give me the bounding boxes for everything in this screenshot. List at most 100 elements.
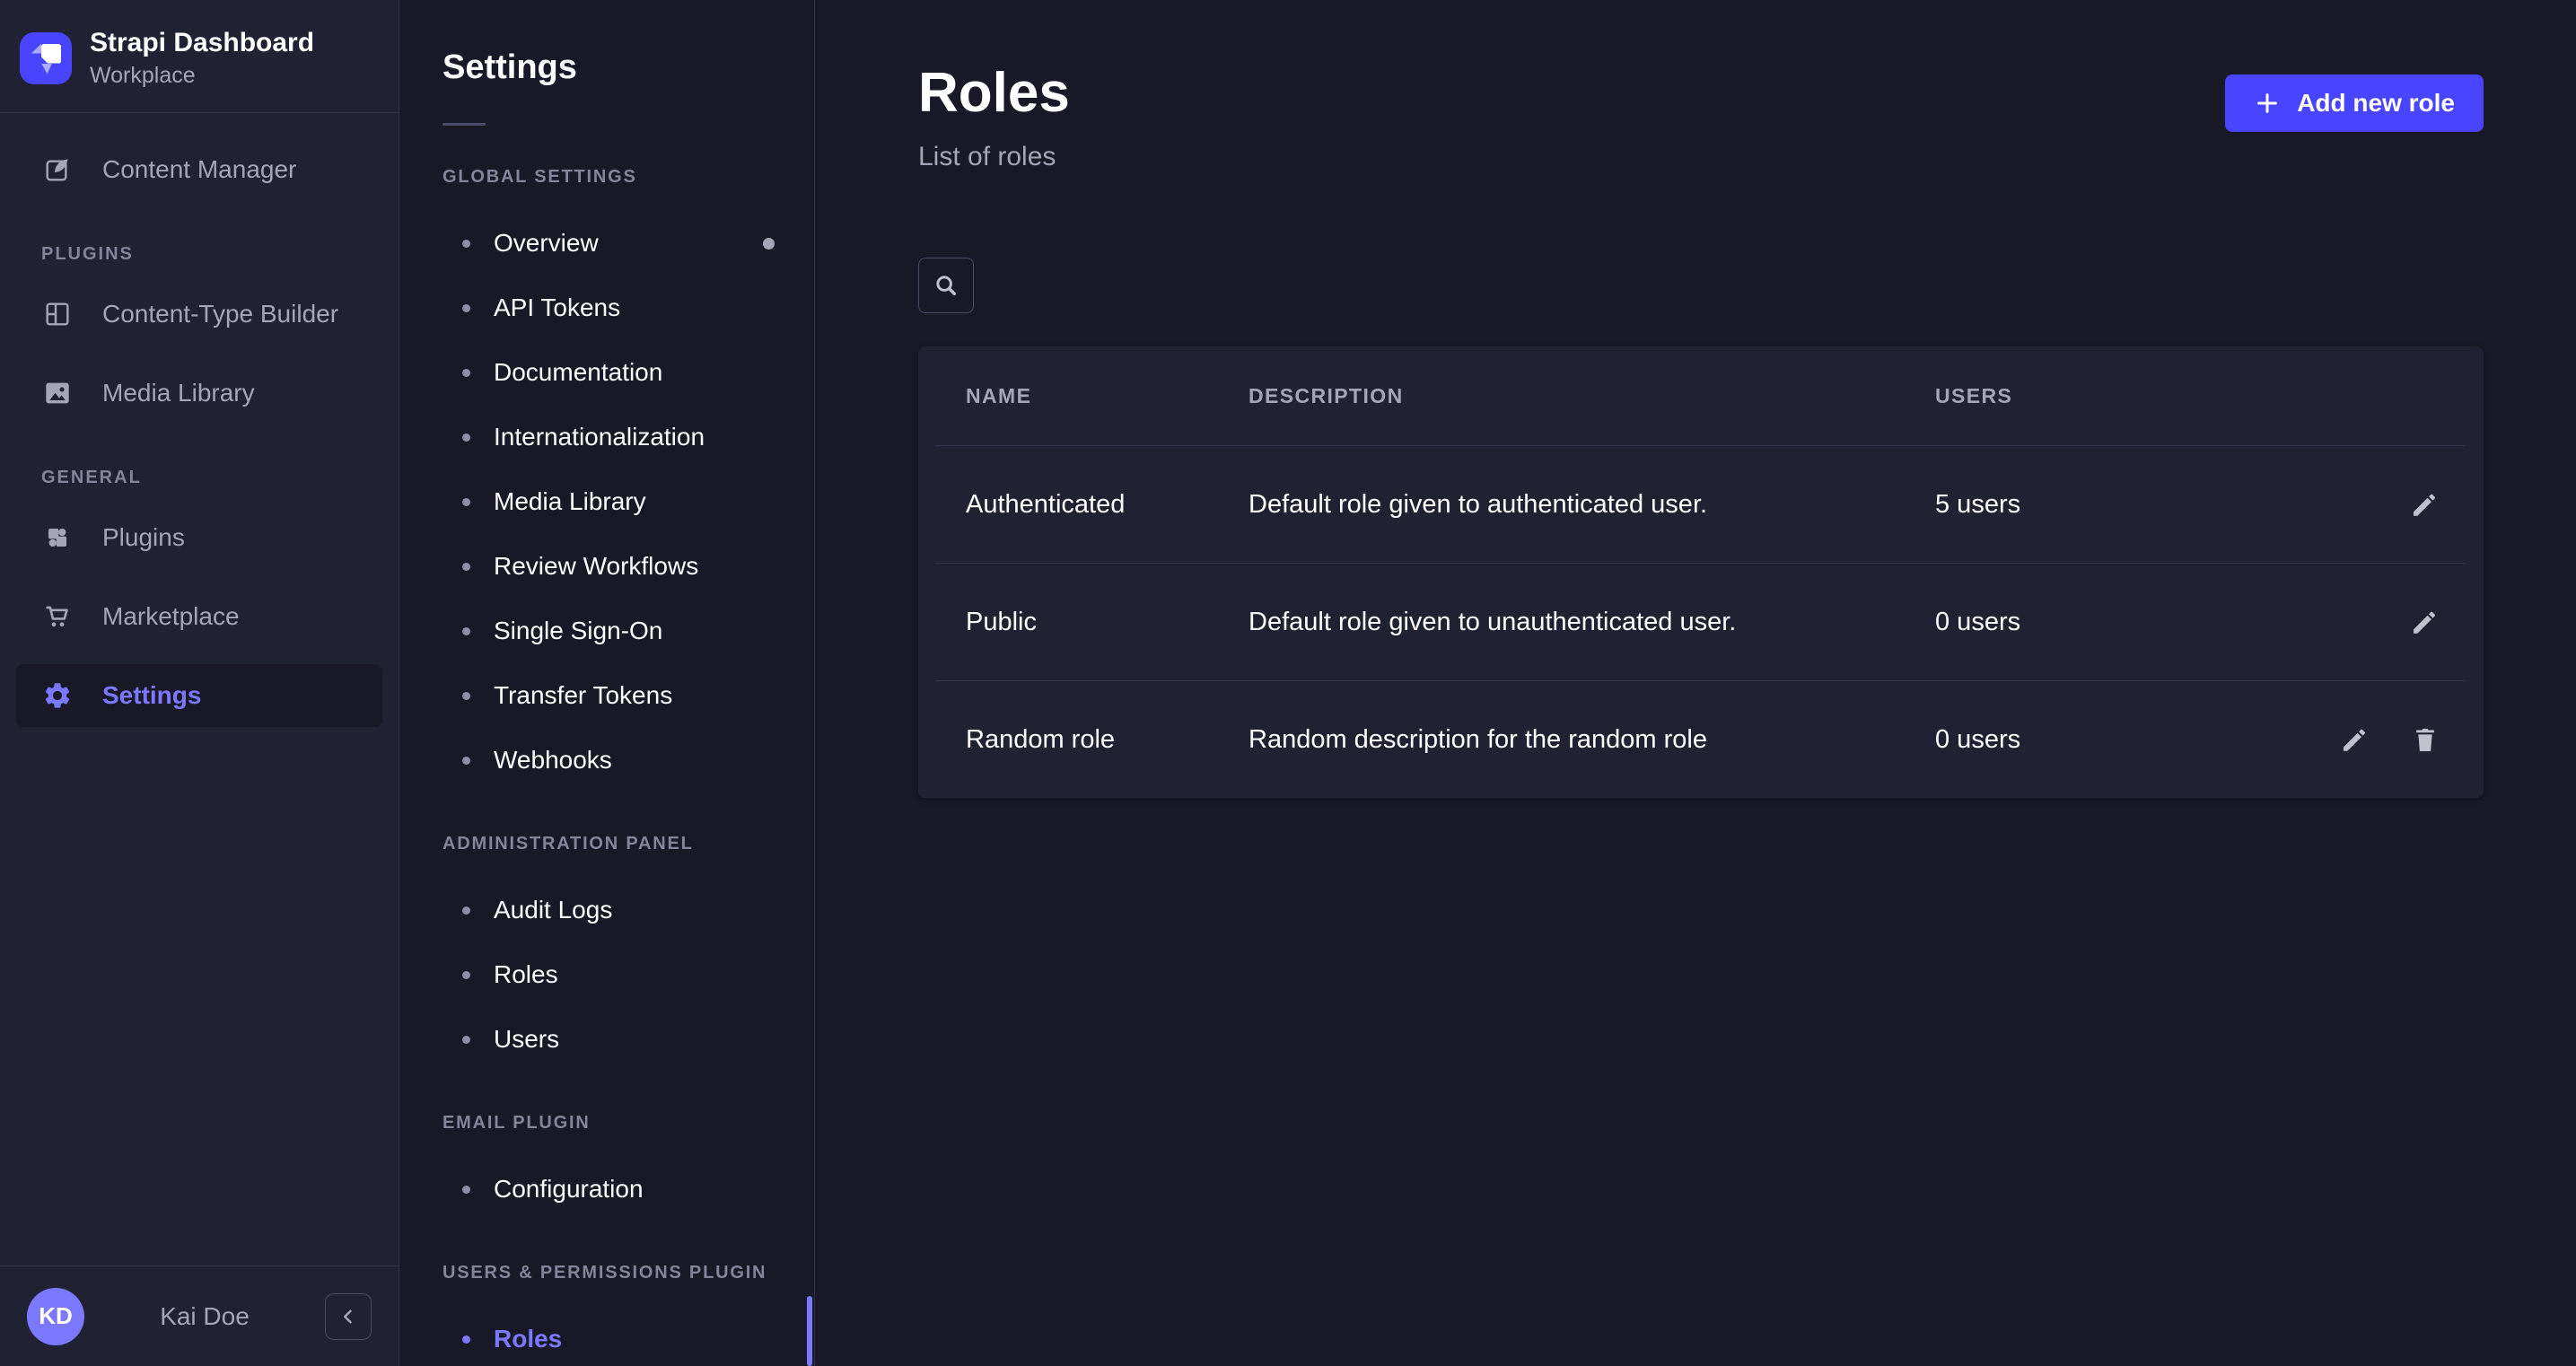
subnav-item-api-tokens[interactable]: API Tokens bbox=[399, 276, 814, 340]
delete-role-button[interactable] bbox=[2410, 723, 2440, 756]
nav-item-settings[interactable]: Settings bbox=[16, 664, 382, 727]
nav-item-marketplace[interactable]: Marketplace bbox=[16, 585, 382, 648]
bullet-icon bbox=[462, 563, 470, 571]
subnav-item-overview[interactable]: Overview bbox=[399, 211, 814, 276]
main-content: Roles List of roles Add new role NAME bbox=[815, 0, 2576, 1366]
subnav-item-audit-logs[interactable]: Audit Logs bbox=[399, 878, 814, 942]
bullet-icon bbox=[462, 757, 470, 765]
add-new-role-button[interactable]: Add new role bbox=[2225, 74, 2484, 132]
table-row-public[interactable]: Public Default role given to unauthentic… bbox=[918, 564, 2484, 680]
strapi-logo-icon bbox=[20, 32, 72, 84]
subnav-item-label: Review Workflows bbox=[494, 552, 698, 581]
subnav-item-label: Single Sign-On bbox=[494, 617, 662, 645]
bullet-icon bbox=[462, 906, 470, 915]
trash-icon bbox=[2410, 724, 2440, 755]
table-header-row: NAME DESCRIPTION USERS bbox=[918, 346, 2484, 445]
row-actions bbox=[2321, 488, 2440, 521]
column-header-name: NAME bbox=[966, 384, 1249, 408]
search-icon bbox=[933, 272, 959, 299]
subnav-section-administration-panel: ADMINISTRATION PANEL bbox=[442, 834, 771, 854]
edit-role-button[interactable] bbox=[2338, 723, 2370, 756]
subnav-item-label: Roles bbox=[494, 960, 558, 989]
column-header-users: USERS bbox=[1935, 384, 2321, 408]
bullet-icon bbox=[462, 692, 470, 700]
nav-item-label: Plugins bbox=[102, 523, 185, 552]
subnav-scrollbar-thumb[interactable] bbox=[807, 1296, 812, 1366]
cell-role-name: Public bbox=[966, 608, 1249, 637]
puzzle-icon bbox=[39, 520, 75, 556]
cell-role-users: 0 users bbox=[1935, 608, 2321, 637]
avatar[interactable]: KD bbox=[27, 1288, 84, 1345]
collapse-sidebar-button[interactable] bbox=[325, 1293, 372, 1340]
image-icon bbox=[39, 375, 75, 411]
notification-dot-icon bbox=[763, 238, 775, 250]
bullet-icon bbox=[462, 498, 470, 506]
subnav-item-label: Overview bbox=[494, 229, 599, 258]
subnav-section-global-settings: GLOBAL SETTINGS bbox=[442, 167, 771, 188]
subnav-item-label: API Tokens bbox=[494, 293, 620, 322]
subnav-item-admin-users[interactable]: Users bbox=[399, 1007, 814, 1072]
subnav-item-documentation[interactable]: Documentation bbox=[399, 340, 814, 405]
subnav-item-single-sign-on[interactable]: Single Sign-On bbox=[399, 599, 814, 663]
bullet-icon bbox=[462, 369, 470, 377]
subnav-item-label: Audit Logs bbox=[494, 896, 612, 924]
roles-table-card: NAME DESCRIPTION USERS Authenticated Def… bbox=[918, 346, 2484, 798]
subnav-item-internationalization[interactable]: Internationalization bbox=[399, 405, 814, 469]
subnav-section-email-plugin: EMAIL PLUGIN bbox=[442, 1113, 771, 1134]
cell-role-users: 0 users bbox=[1935, 725, 2321, 755]
subnav-item-configuration[interactable]: Configuration bbox=[399, 1157, 814, 1222]
bullet-icon bbox=[462, 1036, 470, 1044]
subnav-item-label: Users bbox=[494, 1025, 559, 1054]
subnav-title: Settings bbox=[442, 48, 814, 87]
brand: Strapi Dashboard Workplace bbox=[0, 0, 399, 113]
nav-item-label: Content Manager bbox=[102, 155, 296, 184]
row-actions bbox=[2321, 723, 2440, 756]
page-title-block: Roles List of roles bbox=[918, 63, 1070, 172]
gear-icon bbox=[39, 678, 75, 714]
bullet-icon bbox=[462, 433, 470, 442]
edit-role-button[interactable] bbox=[2408, 606, 2440, 638]
subnav-divider bbox=[442, 123, 486, 126]
nav-section-plugins: PLUGINS bbox=[41, 244, 382, 265]
column-header-description: DESCRIPTION bbox=[1249, 384, 1935, 408]
edit-square-icon bbox=[39, 152, 75, 188]
subnav-item-admin-roles[interactable]: Roles bbox=[399, 942, 814, 1007]
page-header: Roles List of roles Add new role bbox=[918, 63, 2484, 172]
page-subtitle: List of roles bbox=[918, 142, 1070, 172]
table-row-authenticated[interactable]: Authenticated Default role given to auth… bbox=[918, 446, 2484, 563]
subnav-item-up-roles[interactable]: Roles bbox=[399, 1307, 814, 1366]
main-nav: Content Manager PLUGINS Content-Type Bui… bbox=[0, 113, 399, 1265]
table-row-random-role[interactable]: Random role Random description for the r… bbox=[918, 681, 2484, 798]
cell-role-name: Authenticated bbox=[966, 490, 1249, 520]
subnav-item-media-library[interactable]: Media Library bbox=[399, 469, 814, 534]
nav-item-plugins[interactable]: Plugins bbox=[16, 506, 382, 569]
subnav-item-label: Internationalization bbox=[494, 423, 705, 451]
subnav-section-users-permissions-plugin: USERS & PERMISSIONS PLUGIN bbox=[442, 1263, 771, 1283]
bullet-icon bbox=[462, 627, 470, 635]
pencil-icon bbox=[2408, 606, 2440, 638]
nav-item-content-type-builder[interactable]: Content-Type Builder bbox=[16, 283, 382, 346]
subnav-item-webhooks[interactable]: Webhooks bbox=[399, 728, 814, 792]
plus-icon bbox=[2254, 90, 2281, 117]
main-sidebar: Strapi Dashboard Workplace Content Manag… bbox=[0, 0, 399, 1366]
search-button[interactable] bbox=[918, 258, 974, 313]
bullet-icon bbox=[462, 304, 470, 312]
edit-role-button[interactable] bbox=[2408, 488, 2440, 521]
brand-title: Strapi Dashboard bbox=[90, 27, 314, 59]
subnav-item-label: Roles bbox=[494, 1325, 562, 1353]
nav-item-content-manager[interactable]: Content Manager bbox=[16, 138, 382, 201]
subnav-item-review-workflows[interactable]: Review Workflows bbox=[399, 534, 814, 599]
brand-texts: Strapi Dashboard Workplace bbox=[90, 27, 314, 89]
row-actions bbox=[2321, 606, 2440, 638]
pencil-icon bbox=[2408, 488, 2440, 521]
bullet-icon bbox=[462, 971, 470, 979]
pencil-icon bbox=[2338, 723, 2370, 756]
cell-role-description: Random description for the random role bbox=[1249, 725, 1935, 755]
settings-subnav: Settings GLOBAL SETTINGS Overview API To… bbox=[399, 0, 815, 1366]
subnav-item-label: Media Library bbox=[494, 487, 646, 516]
layout-icon bbox=[39, 296, 75, 332]
nav-item-media-library[interactable]: Media Library bbox=[16, 362, 382, 425]
subnav-item-transfer-tokens[interactable]: Transfer Tokens bbox=[399, 663, 814, 728]
nav-item-label: Media Library bbox=[102, 379, 255, 407]
cell-role-users: 5 users bbox=[1935, 490, 2321, 520]
